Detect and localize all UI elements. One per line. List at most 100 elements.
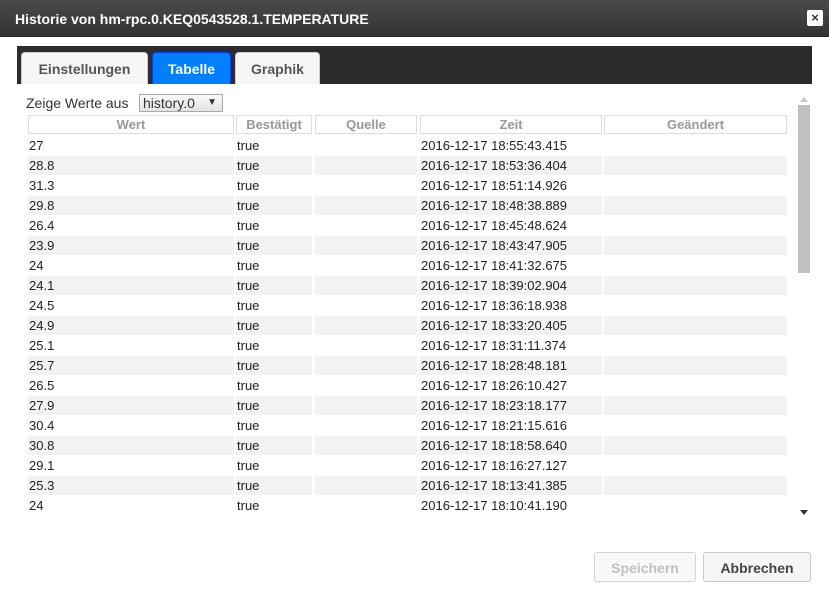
chevron-down-icon: ▼ — [207, 97, 217, 108]
cell-geaendert — [604, 196, 787, 215]
column-header-wert[interactable]: Wert — [28, 115, 234, 134]
cell-bestaetigt: true — [236, 356, 312, 375]
cell-bestaetigt: true — [236, 236, 312, 255]
tab-einstellungen[interactable]: Einstellungen — [21, 52, 148, 84]
table-row[interactable]: 31.3 true 2016-12-17 18:51:14.926 — [26, 175, 788, 195]
column-header-quelle[interactable]: Quelle — [315, 115, 417, 134]
cell-geaendert — [604, 356, 787, 375]
scroll-down-icon[interactable] — [800, 510, 808, 515]
select-value: history.0 — [143, 95, 195, 111]
table-row[interactable]: 25.3 true 2016-12-17 18:13:41.385 — [26, 475, 788, 495]
cell-quelle — [315, 396, 417, 415]
cell-zeit: 2016-12-17 18:41:32.675 — [420, 256, 602, 275]
column-header-bestaetigt[interactable]: Bestätigt — [236, 115, 312, 134]
tab-graphik[interactable]: Graphik — [235, 52, 320, 84]
cell-geaendert — [604, 456, 787, 475]
table-header: Wert Bestätigt Quelle Zeit Geändert — [26, 115, 788, 135]
history-table: Wert Bestätigt Quelle Zeit Geändert 27 tr… — [26, 115, 788, 515]
table-scrollbar[interactable] — [795, 97, 813, 520]
history-instance-select[interactable]: history.0 ▼ — [139, 94, 223, 112]
cell-zeit: 2016-12-17 18:53:36.404 — [420, 156, 602, 175]
table-row[interactable]: 27 true 2016-12-17 18:55:43.415 — [26, 135, 788, 155]
cell-quelle — [315, 236, 417, 255]
cell-zeit: 2016-12-17 18:18:58.640 — [420, 436, 602, 455]
cell-zeit: 2016-12-17 18:10:41.190 — [420, 496, 602, 515]
cell-wert: 31.3 — [28, 176, 234, 195]
table-row[interactable]: 24 true 2016-12-17 18:41:32.675 — [26, 255, 788, 275]
cell-geaendert — [604, 276, 787, 295]
cell-wert: 23.9 — [28, 236, 234, 255]
cell-zeit: 2016-12-17 18:33:20.405 — [420, 316, 602, 335]
cell-zeit: 2016-12-17 18:48:38.889 — [420, 196, 602, 215]
cell-bestaetigt: true — [236, 136, 312, 155]
cell-zeit: 2016-12-17 18:51:14.926 — [420, 176, 602, 195]
table-row[interactable]: 27.9 true 2016-12-17 18:23:18.177 — [26, 395, 788, 415]
table-row[interactable]: 29.1 true 2016-12-17 18:16:27.127 — [26, 455, 788, 475]
table-row[interactable]: 25.1 true 2016-12-17 18:31:11.374 — [26, 335, 788, 355]
cell-bestaetigt: true — [236, 176, 312, 195]
table-row[interactable]: 30.4 true 2016-12-17 18:21:15.616 — [26, 415, 788, 435]
cell-wert: 25.1 — [28, 336, 234, 355]
tab-tabelle[interactable]: Tabelle — [152, 52, 231, 84]
cell-bestaetigt: true — [236, 336, 312, 355]
cell-geaendert — [604, 176, 787, 195]
cell-bestaetigt: true — [236, 296, 312, 315]
cell-geaendert — [604, 336, 787, 355]
cell-wert: 30.4 — [28, 416, 234, 435]
cell-zeit: 2016-12-17 18:45:48.624 — [420, 216, 602, 235]
table-row[interactable]: 24.9 true 2016-12-17 18:33:20.405 — [26, 315, 788, 335]
cell-wert: 28.8 — [28, 156, 234, 175]
cell-bestaetigt: true — [236, 216, 312, 235]
cell-quelle — [315, 436, 417, 455]
cell-quelle — [315, 296, 417, 315]
cell-quelle — [315, 136, 417, 155]
cell-geaendert — [604, 296, 787, 315]
table-row[interactable]: 28.8 true 2016-12-17 18:53:36.404 — [26, 155, 788, 175]
column-header-geaendert[interactable]: Geändert — [604, 115, 787, 134]
cell-zeit: 2016-12-17 18:39:02.904 — [420, 276, 602, 295]
table-row[interactable]: 23.9 true 2016-12-17 18:43:47.905 — [26, 235, 788, 255]
cell-quelle — [315, 216, 417, 235]
table-row[interactable]: 29.8 true 2016-12-17 18:48:38.889 — [26, 195, 788, 215]
dialog-title: Historie von hm-rpc.0.KEQ0543528.1.TEMPE… — [15, 11, 369, 27]
scroll-thumb[interactable] — [798, 105, 810, 273]
cell-zeit: 2016-12-17 18:31:11.374 — [420, 336, 602, 355]
cell-bestaetigt: true — [236, 496, 312, 515]
table-row[interactable]: 26.4 true 2016-12-17 18:45:48.624 — [26, 215, 788, 235]
cell-zeit: 2016-12-17 18:36:18.938 — [420, 296, 602, 315]
cell-geaendert — [604, 316, 787, 335]
dialog-titlebar[interactable]: Historie von hm-rpc.0.KEQ0543528.1.TEMPE… — [0, 0, 829, 37]
cell-geaendert — [604, 236, 787, 255]
cell-geaendert — [604, 396, 787, 415]
table-row[interactable]: 24 true 2016-12-17 18:10:41.190 — [26, 495, 788, 515]
cell-bestaetigt: true — [236, 376, 312, 395]
cell-quelle — [315, 276, 417, 295]
table-row[interactable]: 24.1 true 2016-12-17 18:39:02.904 — [26, 275, 788, 295]
table-row[interactable]: 24.5 true 2016-12-17 18:36:18.938 — [26, 295, 788, 315]
cell-geaendert — [604, 416, 787, 435]
cell-zeit: 2016-12-17 18:55:43.415 — [420, 136, 602, 155]
column-header-zeit[interactable]: Zeit — [420, 115, 602, 134]
cell-geaendert — [604, 436, 787, 455]
cell-wert: 24 — [28, 496, 234, 515]
cell-geaendert — [604, 136, 787, 155]
cell-quelle — [315, 376, 417, 395]
cancel-button[interactable]: Abbrechen — [703, 552, 811, 582]
cell-wert: 29.1 — [28, 456, 234, 475]
close-icon[interactable]: × — [807, 10, 823, 26]
table-row[interactable]: 26.5 true 2016-12-17 18:26:10.427 — [26, 375, 788, 395]
table-row[interactable]: 30.8 true 2016-12-17 18:18:58.640 — [26, 435, 788, 455]
cell-wert: 25.7 — [28, 356, 234, 375]
cell-bestaetigt: true — [236, 476, 312, 495]
cell-geaendert — [604, 256, 787, 275]
cell-bestaetigt: true — [236, 196, 312, 215]
cell-quelle — [315, 196, 417, 215]
save-button[interactable]: Speichern — [594, 552, 696, 582]
cell-wert: 26.5 — [28, 376, 234, 395]
cell-zeit: 2016-12-17 18:21:15.616 — [420, 416, 602, 435]
scroll-up-icon[interactable] — [800, 97, 808, 102]
cell-geaendert — [604, 376, 787, 395]
table-body: 27 true 2016-12-17 18:55:43.415 28.8 true 201… — [26, 135, 788, 515]
cell-wert: 27.9 — [28, 396, 234, 415]
table-row[interactable]: 25.7 true 2016-12-17 18:28:48.181 — [26, 355, 788, 375]
